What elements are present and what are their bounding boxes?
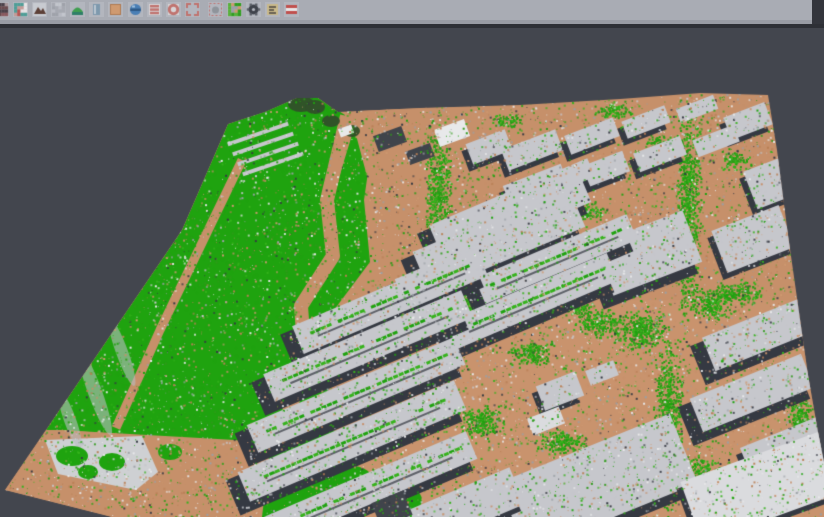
measure-flag-icon[interactable] — [284, 2, 299, 17]
stripe-layers-icon[interactable] — [147, 2, 162, 17]
ortho-tile-icon[interactable] — [108, 2, 123, 17]
viewport-3d-pointcloud[interactable] — [0, 28, 824, 517]
gear-icon-glyph — [246, 2, 261, 17]
select-object-icon[interactable] — [208, 2, 223, 17]
column-icon-glyph — [89, 2, 104, 17]
globe-icon-glyph — [128, 2, 143, 17]
classification-map-icon-glyph — [227, 2, 242, 17]
target-ring-icon-glyph — [166, 2, 181, 17]
dtm-mound-icon[interactable] — [70, 2, 85, 17]
column-icon[interactable] — [89, 2, 104, 17]
globe-icon[interactable] — [128, 2, 143, 17]
classify-points-icon[interactable] — [13, 2, 28, 17]
selection-brackets-icon-glyph — [185, 2, 200, 17]
terrain-mountain-icon[interactable] — [32, 2, 47, 17]
annotation-icon[interactable] — [265, 2, 280, 17]
stripe-layers-icon-glyph — [147, 2, 162, 17]
measure-flag-icon-glyph — [284, 2, 299, 17]
dtm-mound-icon-glyph — [70, 2, 85, 17]
texture-mosaic-icon[interactable] — [0, 2, 9, 17]
target-ring-icon[interactable] — [166, 2, 181, 17]
application-window — [0, 0, 824, 517]
faint-grid-icon-glyph — [51, 2, 66, 17]
selection-brackets-icon[interactable] — [185, 2, 200, 17]
main-toolbar — [0, 0, 812, 20]
window-edge-corner — [812, 0, 824, 24]
ortho-tile-icon-glyph — [108, 2, 123, 17]
terrain-mountain-icon-glyph — [32, 2, 47, 17]
faint-grid-icon[interactable] — [51, 2, 66, 17]
classification-map-icon[interactable] — [227, 2, 242, 17]
annotation-icon-glyph — [265, 2, 280, 17]
select-object-icon-glyph — [208, 2, 223, 17]
gear-icon[interactable] — [246, 2, 261, 17]
texture-mosaic-icon-glyph — [0, 2, 9, 17]
classify-points-icon-glyph — [13, 2, 28, 17]
